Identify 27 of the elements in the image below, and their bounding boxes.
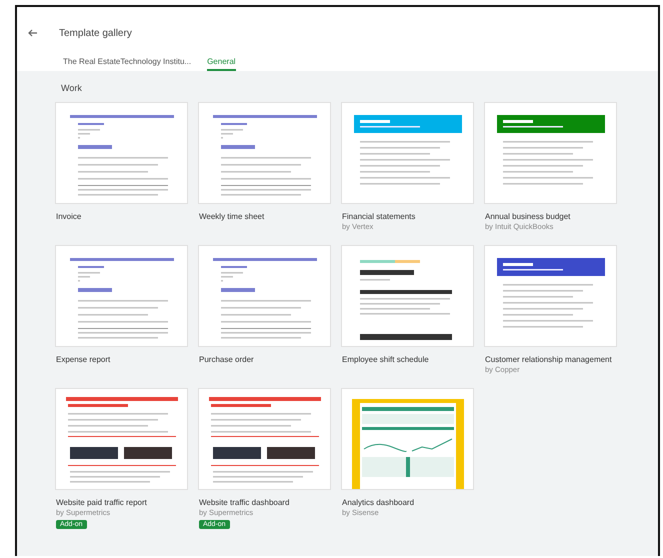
template-thumbnail-drawing[interactable] xyxy=(199,246,330,346)
tab[interactable]: General xyxy=(207,57,236,71)
template-name[interactable]: Financial statements xyxy=(342,211,473,222)
template-name[interactable]: Expense report xyxy=(56,354,187,365)
template-name[interactable]: Customer relationship management xyxy=(485,354,616,365)
template-thumbnail-drawing[interactable] xyxy=(485,246,616,346)
tab[interactable]: The Real EstateTechnology Institu... xyxy=(63,57,192,71)
template-thumbnail-drawing[interactable] xyxy=(342,389,473,489)
template-thumbnail-drawing[interactable] xyxy=(56,103,187,203)
template-name[interactable]: Purchase order xyxy=(199,354,330,365)
template-thumbnail-drawing[interactable] xyxy=(342,246,473,346)
template-name[interactable]: Website traffic dashboard xyxy=(199,497,330,508)
template-name[interactable]: Invoice xyxy=(56,211,187,222)
template-name[interactable]: Annual business budget xyxy=(485,211,616,222)
section-title: Work xyxy=(60,82,83,95)
template-thumbnail-drawing[interactable] xyxy=(199,103,330,203)
page-title: Template gallery xyxy=(59,28,132,38)
template-thumbnail-drawing[interactable] xyxy=(485,103,616,203)
template-name[interactable]: Weekly time sheet xyxy=(199,211,330,222)
template-name[interactable]: Website paid traffic report xyxy=(56,497,187,508)
template-name[interactable]: Analytics dashboard xyxy=(342,497,473,508)
template-thumbnail-drawing[interactable] xyxy=(342,103,473,203)
template-name[interactable]: Employee shift schedule xyxy=(342,354,473,365)
template-thumbnail-drawing[interactable] xyxy=(56,246,187,346)
template-thumbnail-drawing[interactable] xyxy=(56,389,187,489)
template-thumbnail-drawing[interactable] xyxy=(199,389,330,489)
back-arrow-icon[interactable] xyxy=(27,27,39,39)
